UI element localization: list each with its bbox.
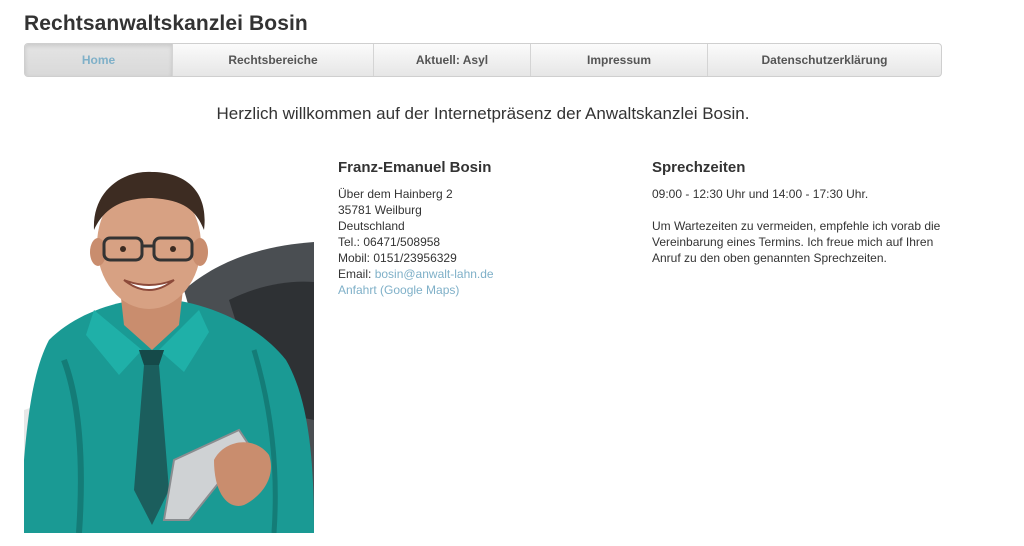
nav-item-rechtsbereiche[interactable]: Rechtsbereiche [173,44,374,76]
lawyer-portrait [24,160,314,533]
office-hours-title: Sprechzeiten [652,159,746,176]
mobile-number: Mobil: 0151/23956329 [338,251,457,265]
nav-item-impressum[interactable]: Impressum [531,44,708,76]
welcome-heading: Herzlich willkommen auf der Internetpräs… [216,104,750,123]
email-label: Email: [338,267,375,281]
contact-column: Franz-Emanuel Bosin Über dem Hainberg 2 … [338,160,628,298]
phone-number: Tel.: 06471/508958 [338,235,441,249]
maps-link[interactable]: Anfahrt (Google Maps) [338,283,459,297]
address-city: 35781 Weilburg [338,203,422,217]
nav-item-datenschutz[interactable]: Datenschutzerklärung [708,44,941,76]
main-nav: Home Rechtsbereiche Aktuell: Asyl Impres… [24,43,942,77]
contact-name: Franz-Emanuel Bosin [338,159,492,176]
nav-item-home[interactable]: Home [25,44,173,76]
office-hours-times: 09:00 - 12:30 Uhr und 14:00 - 17:30 Uhr. [652,187,869,201]
address-country: Deutschland [338,219,405,233]
appointment-note: Um Wartezeiten zu vermeiden, empfehle ic… [652,219,941,265]
email-line: Email: bosin@anwalt-lahn.de [338,266,628,282]
nav-item-aktuell-asyl[interactable]: Aktuell: Asyl [374,44,531,76]
site-title: Rechtsanwaltskanzlei Bosin [24,12,308,35]
address-street: Über dem Hainberg 2 [338,187,453,201]
email-link[interactable]: bosin@anwalt-lahn.de [375,267,494,281]
office-hours-column: Sprechzeiten 09:00 - 12:30 Uhr und 14:00… [652,160,942,266]
